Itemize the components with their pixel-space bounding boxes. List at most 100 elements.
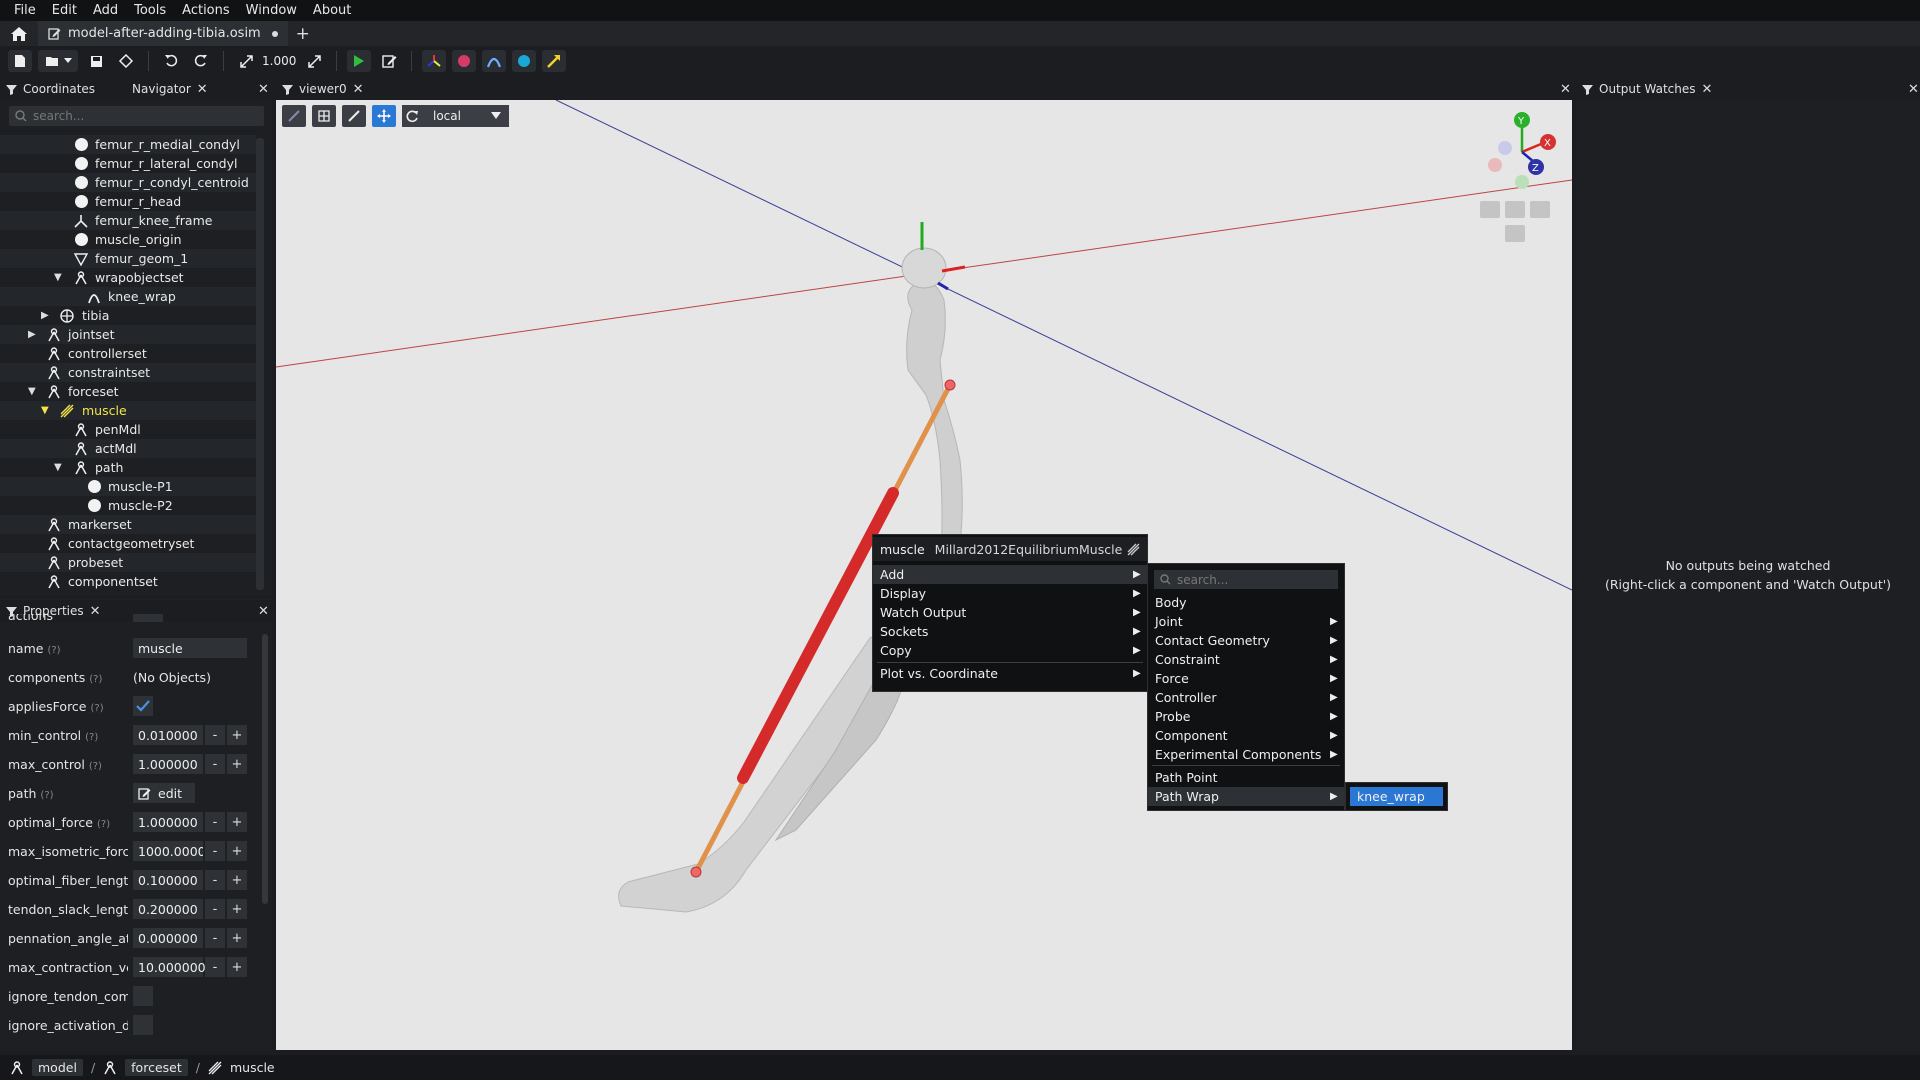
tree-item-femur-knee-frame[interactable]: femur_knee_frame — [0, 211, 256, 230]
save-button[interactable] — [84, 50, 108, 72]
decrement-button[interactable]: - — [205, 957, 225, 977]
tab-coordinates[interactable]: Coordinates — [23, 82, 95, 96]
wrap-item-knee-wrap[interactable]: knee_wrap — [1350, 787, 1443, 806]
menu-about[interactable]: About — [305, 0, 359, 21]
3d-viewport[interactable]: Y X Z local muscle Millard2012Equilibriu… — [276, 100, 1572, 1050]
tree-item-femur-r-head[interactable]: femur_r_head — [0, 192, 256, 211]
close-viewer-tab-icon[interactable]: ✕ — [353, 82, 364, 97]
tree-item-contactgeometryset[interactable]: contactgeometryset — [0, 534, 256, 553]
close-panel-icon[interactable]: ✕ — [1908, 82, 1919, 97]
help-mark[interactable]: (?) — [89, 761, 102, 772]
tree-item-actmdl[interactable]: actMdl — [0, 439, 256, 458]
decrement-button[interactable]: - — [205, 754, 225, 774]
help-mark[interactable]: (?) — [97, 819, 110, 830]
decrement-button[interactable]: - — [205, 841, 225, 861]
help-mark[interactable]: (?) — [91, 703, 104, 714]
camera-settings-icon[interactable] — [1505, 225, 1525, 242]
close-panel-icon[interactable]: ✕ — [258, 604, 269, 619]
tree-item-probeset[interactable]: probeset — [0, 553, 256, 572]
menu-edit[interactable]: Edit — [44, 0, 85, 21]
menu-item-add[interactable]: Add ▶ — [873, 565, 1147, 584]
add-item-probe[interactable]: Probe ▶ — [1148, 707, 1344, 726]
help-mark[interactable]: (?) — [40, 790, 53, 801]
tree-item-tibia[interactable]: ▶ tibia — [0, 306, 256, 325]
viewer-title[interactable]: viewer0 — [299, 82, 347, 96]
add-marker-icon[interactable] — [452, 50, 477, 72]
zoom-fit-icon[interactable] — [1505, 201, 1525, 218]
open-file-button[interactable] — [38, 50, 78, 72]
add-force-icon[interactable] — [542, 50, 567, 72]
menu-window[interactable]: Window — [238, 0, 305, 21]
tree-item-muscle-selected[interactable]: ▼ muscle — [0, 401, 256, 420]
decrement-button[interactable]: - — [205, 725, 225, 745]
add-wrap-icon[interactable] — [482, 50, 507, 72]
edit-sim-button[interactable] — [377, 50, 401, 72]
menu-item-watch-output[interactable]: Watch Output ▶ — [873, 603, 1147, 622]
tree-item-path[interactable]: ▼ path — [0, 458, 256, 477]
expand-arrow-icon[interactable]: ▶ — [28, 329, 36, 340]
tree-item-knee-wrap[interactable]: knee_wrap — [0, 287, 256, 306]
add-item-path-wrap[interactable]: Path Wrap ▶ — [1148, 787, 1344, 806]
tree-item-muscle-p2[interactable]: muscle-P2 — [0, 496, 256, 515]
increment-button[interactable]: + — [227, 841, 247, 861]
increment-button[interactable]: + — [227, 870, 247, 890]
menu-add[interactable]: Add — [85, 0, 126, 21]
breadcrumb-forceset[interactable]: forceset — [125, 1059, 188, 1076]
menu-tools[interactable]: Tools — [126, 0, 174, 21]
grid-icon[interactable] — [312, 105, 336, 127]
menu-actions[interactable]: Actions — [174, 0, 238, 21]
collapse-arrow-icon[interactable]: ▼ — [28, 386, 36, 397]
increment-button[interactable]: + — [227, 725, 247, 745]
tree-item-muscle-p1[interactable]: muscle-P1 — [0, 477, 256, 496]
ignore-activation-checkbox[interactable] — [133, 1015, 153, 1035]
tree-item-femur-r-lateral-condyl[interactable]: femur_r_lateral_condyl — [0, 154, 256, 173]
add-item-contact-geometry[interactable]: Contact Geometry ▶ — [1148, 631, 1344, 650]
tree-item-femur-geom-1[interactable]: femur_geom_1 — [0, 249, 256, 268]
applies-force-checkbox[interactable] — [133, 696, 153, 716]
close-panel-icon[interactable]: ✕ — [1560, 82, 1571, 97]
ruler-icon[interactable] — [342, 105, 366, 127]
path-edit-button[interactable]: edit — [133, 783, 195, 803]
funnel-icon[interactable] — [1582, 84, 1593, 95]
reload-button[interactable] — [114, 50, 138, 72]
add-item-joint[interactable]: Joint ▶ — [1148, 612, 1344, 631]
tree-item-penmdl[interactable]: penMdl — [0, 420, 256, 439]
max-contraction-velocity-input[interactable]: 10.000000 — [133, 957, 206, 977]
navigator-search-input[interactable]: search... — [9, 106, 264, 126]
menu-item-sockets[interactable]: Sockets ▶ — [873, 622, 1147, 641]
add-item-experimental-components[interactable]: Experimental Components ▶ — [1148, 745, 1344, 764]
close-navigator-tab-icon[interactable]: ✕ — [197, 82, 208, 97]
increment-button[interactable]: + — [227, 899, 247, 919]
decrement-button[interactable]: - — [205, 899, 225, 919]
redo-button[interactable] — [189, 50, 213, 72]
tree-item-femur-r-condyl-centroid[interactable]: femur_r_condyl_centroid — [0, 173, 256, 192]
ignore-tendon-checkbox[interactable] — [133, 986, 153, 1006]
tree-scrollbar[interactable] — [256, 138, 264, 590]
optimal-fiber-length-input[interactable]: 0.100000 — [133, 870, 203, 890]
close-panel-icon[interactable]: ✕ — [258, 82, 269, 97]
new-file-button[interactable] — [8, 50, 32, 72]
actions-button[interactable] — [133, 614, 163, 622]
tree-item-controllerset[interactable]: controllerset — [0, 344, 256, 363]
help-mark[interactable]: (?) — [47, 645, 60, 656]
tree-item-muscle-origin[interactable]: muscle_origin — [0, 230, 256, 249]
optimal-force-input[interactable]: 1.000000 — [133, 812, 203, 832]
help-mark[interactable]: (?) — [85, 732, 98, 743]
menu-file[interactable]: File — [6, 0, 44, 21]
menu-item-copy[interactable]: Copy ▶ — [873, 641, 1147, 660]
new-tab-button[interactable]: + — [288, 24, 318, 44]
tab-navigator[interactable]: Navigator — [132, 82, 191, 96]
tree-item-forceset[interactable]: ▼ forceset — [0, 382, 256, 401]
zoom-out-icon[interactable] — [1480, 201, 1500, 218]
help-mark[interactable]: (?) — [89, 674, 102, 685]
decrement-button[interactable]: - — [205, 870, 225, 890]
tree-item-constraintset[interactable]: constraintset — [0, 363, 256, 382]
home-icon[interactable] — [0, 21, 38, 46]
rotate-icon[interactable] — [406, 110, 419, 123]
pennation-angle-input[interactable]: 0.000000 — [133, 928, 203, 948]
max-control-input[interactable]: 1.000000 — [133, 754, 203, 774]
tree-item-femur-r-medial-condyl[interactable]: femur_r_medial_condyl — [0, 135, 256, 154]
breadcrumb-model[interactable]: model — [32, 1059, 83, 1076]
tree-item-wrapobjectset[interactable]: ▼ wrapobjectset — [0, 268, 256, 287]
properties-scrollbar[interactable] — [262, 634, 268, 904]
